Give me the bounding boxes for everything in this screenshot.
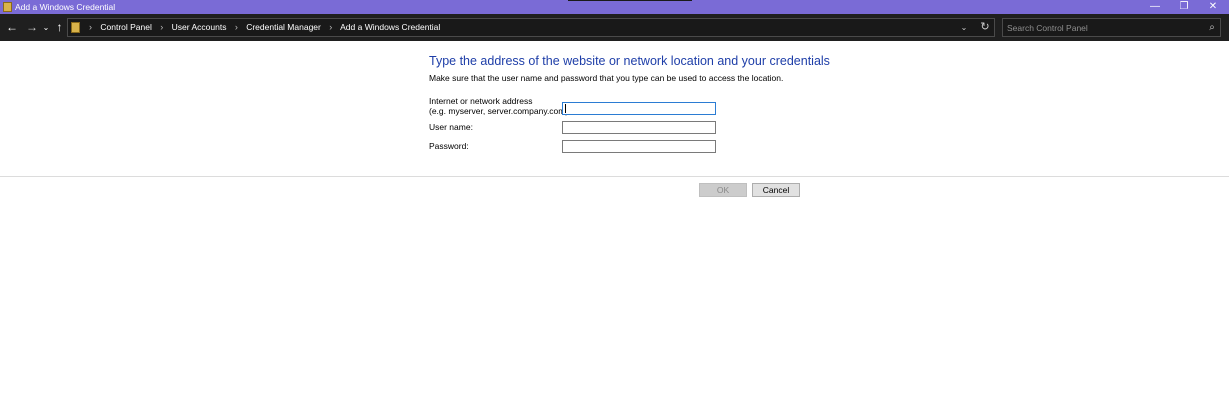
breadcrumb: › Control Panel › User Accounts › Creden… xyxy=(83,19,440,36)
control-panel-folder-icon xyxy=(71,22,80,33)
navigation-bar: ← → ⌄ ↑ › Control Panel › User Accounts … xyxy=(0,14,1229,41)
breadcrumb-separator[interactable]: › xyxy=(235,22,238,32)
address-dropdown-chevron-icon[interactable]: ⌄ xyxy=(955,19,973,36)
text-caret xyxy=(565,104,566,113)
page-heading: Type the address of the website or netwo… xyxy=(429,54,830,68)
minimize-button[interactable]: — xyxy=(1141,0,1169,14)
username-label: User name: xyxy=(429,122,473,132)
window-title: Add a Windows Credential xyxy=(15,2,116,12)
page-description: Make sure that the user name and passwor… xyxy=(429,73,784,83)
refresh-icon[interactable]: ↻ xyxy=(976,19,994,36)
close-button[interactable]: ✕ xyxy=(1199,0,1227,14)
breadcrumb-separator[interactable]: › xyxy=(329,22,332,32)
search-input[interactable] xyxy=(1007,20,1197,35)
breadcrumb-separator[interactable]: › xyxy=(89,22,92,32)
username-field[interactable] xyxy=(562,121,716,134)
address-label-line1: Internet or network address xyxy=(429,96,533,106)
password-field[interactable] xyxy=(562,140,716,153)
address-label-line2: (e.g. myserver, server.company.com): xyxy=(429,106,571,116)
title-bar: Add a Windows Credential — ❐ ✕ xyxy=(0,0,1229,14)
breadcrumb-credential-manager[interactable]: Credential Manager xyxy=(246,22,321,32)
cancel-button[interactable]: Cancel xyxy=(752,183,800,197)
password-label: Password: xyxy=(429,141,469,151)
breadcrumb-user-accounts[interactable]: User Accounts xyxy=(172,22,227,32)
ok-button[interactable]: OK xyxy=(699,183,747,197)
search-box[interactable]: ⌕ xyxy=(1002,18,1221,37)
breadcrumb-separator[interactable]: › xyxy=(160,22,163,32)
up-arrow-icon[interactable]: ↑ xyxy=(51,19,68,36)
address-label: Internet or network address (e.g. myserv… xyxy=(429,96,571,116)
search-icon[interactable]: ⌕ xyxy=(1205,21,1219,35)
restore-button[interactable]: ❐ xyxy=(1170,0,1198,14)
address-bar[interactable]: › Control Panel › User Accounts › Creden… xyxy=(67,18,995,37)
breadcrumb-control-panel[interactable]: Control Panel xyxy=(100,22,152,32)
forward-arrow-icon[interactable]: → xyxy=(23,19,41,36)
recent-locations-chevron-icon[interactable]: ⌄ xyxy=(41,19,51,36)
title-bar-accent xyxy=(568,0,692,1)
network-address-field[interactable] xyxy=(562,102,716,115)
credential-manager-icon xyxy=(3,2,12,12)
back-arrow-icon[interactable]: ← xyxy=(3,19,21,36)
footer-divider xyxy=(0,176,1229,177)
breadcrumb-add-windows-credential[interactable]: Add a Windows Credential xyxy=(340,22,440,32)
